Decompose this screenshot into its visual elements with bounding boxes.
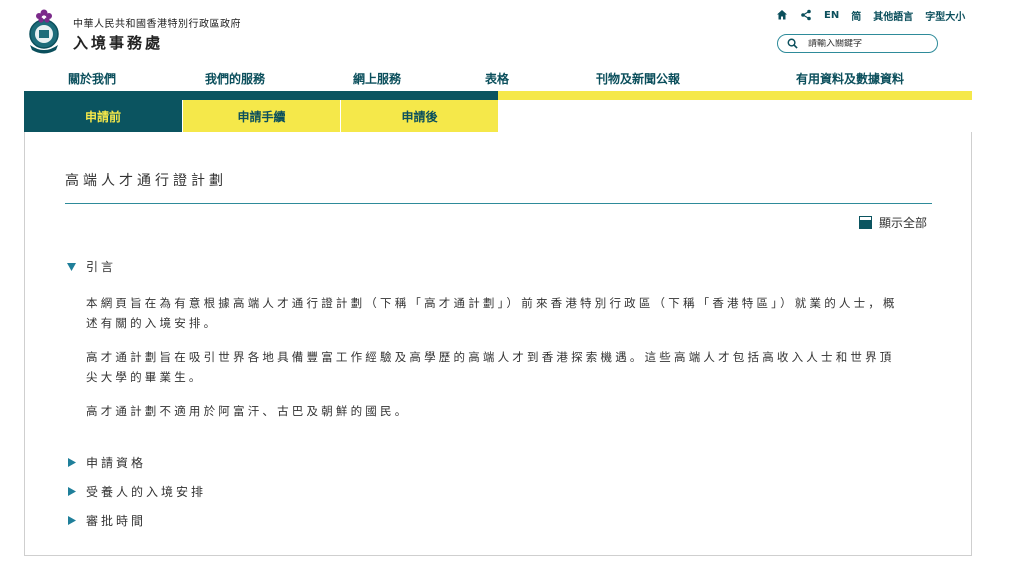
title-divider: [65, 203, 932, 204]
caret-down-icon: [67, 263, 76, 271]
section-heading-dependants: 受養人的入境安排: [86, 485, 207, 499]
section-heading-eligibility: 申請資格: [86, 456, 147, 470]
caret-right-icon: [68, 516, 76, 525]
hkid-logo[interactable]: [24, 5, 64, 55]
caret-right-icon: [68, 458, 76, 467]
intro-paragraph: 高才通計劃旨在吸引世界各地具備豐富工作經驗及高學歷的高端人才到香港探索機遇。這些…: [86, 350, 895, 384]
page-title: 高端人才通行證計劃: [65, 173, 227, 189]
nav-indicator-bar: [498, 91, 972, 100]
share-icon[interactable]: [799, 9, 812, 22]
nav-publications-press-releases[interactable]: 刊物及新聞公報: [596, 70, 680, 87]
search-icon[interactable]: [787, 38, 798, 49]
intro-paragraph: 本網頁旨在為有意根據高端人才通行證計劃（下稱「高才通計劃」）前來香港特別行政區（…: [86, 296, 898, 330]
content-panel: 高端人才通行證計劃 顯示全部 引言 本網頁旨在為有意根據高端人才通行證計劃（下稱…: [24, 132, 972, 556]
accordion-dependants[interactable]: 受養人的入境安排: [66, 483, 206, 500]
tab-after-application[interactable]: 申請後: [340, 100, 498, 132]
simplified-chinese-link[interactable]: 简: [851, 8, 861, 23]
expand-all-icon: [859, 216, 872, 229]
nav-about-us[interactable]: 關於我們: [68, 70, 116, 87]
nav-forms[interactable]: 表格: [485, 70, 509, 87]
show-all-label: 顯示全部: [879, 216, 928, 230]
search-box[interactable]: [777, 34, 938, 53]
search-input[interactable]: [808, 38, 918, 49]
main-navigation: 關於我們 我們的服務 網上服務 表格 刊物及新聞公報 有用資料及數據資料: [0, 70, 1024, 86]
nav-our-services[interactable]: 我們的服務: [205, 70, 265, 87]
font-size-link[interactable]: 字型大小: [925, 8, 965, 23]
nav-indicator-bar-active: [24, 91, 498, 100]
top-links: EN 简 其他語言 字型大小: [775, 8, 965, 23]
accordion-eligibility[interactable]: 申請資格: [66, 454, 146, 471]
home-icon[interactable]: [775, 9, 788, 22]
english-link[interactable]: EN: [824, 10, 839, 21]
government-name: 中華人民共和國香港特別行政區政府: [73, 19, 241, 30]
other-languages-link[interactable]: 其他語言: [873, 8, 913, 23]
section-heading-processing-time: 審批時間: [86, 514, 147, 528]
section-heading-introduction: 引言: [86, 260, 117, 274]
intro-paragraph: 高才通計劃不適用於阿富汗、古巴及朝鮮的國民。: [86, 404, 410, 418]
accordion-processing-time[interactable]: 審批時間: [66, 512, 146, 529]
tab-before-application[interactable]: 申請前: [24, 100, 182, 132]
nav-useful-information-statistics[interactable]: 有用資料及數據資料: [796, 70, 904, 87]
nav-e-services[interactable]: 網上服務: [353, 70, 401, 87]
tab-application-procedure[interactable]: 申請手續: [182, 100, 340, 132]
department-name[interactable]: 入境事務處: [73, 32, 163, 53]
caret-right-icon: [68, 487, 76, 496]
show-all-toggle[interactable]: 顯示全部: [859, 214, 927, 231]
accordion-introduction[interactable]: 引言: [66, 258, 116, 275]
